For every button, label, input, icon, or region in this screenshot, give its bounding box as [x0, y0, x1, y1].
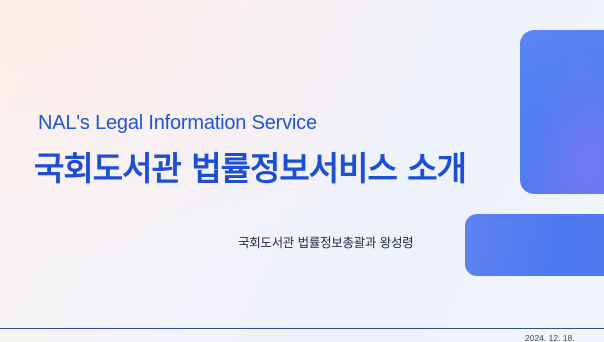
- slide-date: 2024. 12. 18.: [525, 333, 575, 342]
- footer-divider: [0, 328, 604, 329]
- presentation-slide: NAL's Legal Information Service 국회도서관 법률…: [0, 0, 604, 342]
- slide-subtitle: NAL's Legal Information Service: [38, 112, 317, 134]
- decorative-block-bottom: [465, 214, 604, 276]
- slide-title: 국회도서관 법률정보서비스 소개: [34, 149, 467, 188]
- decorative-block-top-shine: [520, 30, 604, 194]
- slide-author: 국회도서관 법률정보총괄과 왕성령: [238, 235, 414, 250]
